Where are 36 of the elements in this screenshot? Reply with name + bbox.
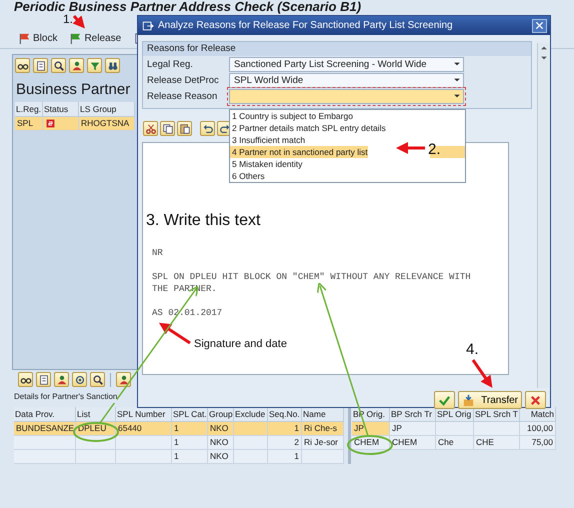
table-cell: NKO [208,436,234,450]
dialog-title: Analyze Reasons for Release For Sanctioned Party List Screening [158,20,453,31]
annotation-text: Signature and date [194,338,287,350]
table-cell: Che [436,436,474,450]
table-cell: NKO [208,450,234,464]
table-cell: BUNDESANZE [14,422,76,436]
field-label: Release Reason [146,90,218,102]
table-cell: JP [352,422,390,436]
table-cell: 2 [268,436,302,450]
editor-text: NR [152,247,164,259]
table-cell: CHEM [390,436,436,450]
table-cell: SPL [15,117,43,131]
annotation-text: 3. Write this text [146,212,260,230]
table-cell: RHOGTSNA [79,117,135,131]
table-cell: Ri Je-sor [302,436,344,450]
field-label: Release DetProc [146,74,220,86]
group-title: Reasons for Release [143,42,531,56]
table-cell: NKO [208,422,234,436]
annotation-text: 1. [63,13,74,26]
table-cell: 1 [268,422,302,436]
table-cell: 65440 [116,422,172,436]
table-cell: CHE [474,436,520,450]
annotation-text: 4. [466,342,479,358]
table-cell: 1 [268,450,302,464]
field-label: Legal Reg. [146,58,194,70]
window-title: Periodic Business Partner Address Check (Scenario B1) [14,0,362,14]
annotation-text: 2. [428,142,441,158]
table-caption: Details for Partner's Sanction [14,390,118,403]
table-cell: 1 [172,436,208,450]
table-cell: JP [390,422,436,436]
panel-title: Business Partner [16,81,132,98]
table-cell: 1 [172,422,208,436]
table-cell: 100,00 [520,422,556,436]
table-cell: Ri Che-s [302,422,344,436]
table-cell: 75,00 [520,436,556,450]
table-cell: 1 [172,450,208,464]
